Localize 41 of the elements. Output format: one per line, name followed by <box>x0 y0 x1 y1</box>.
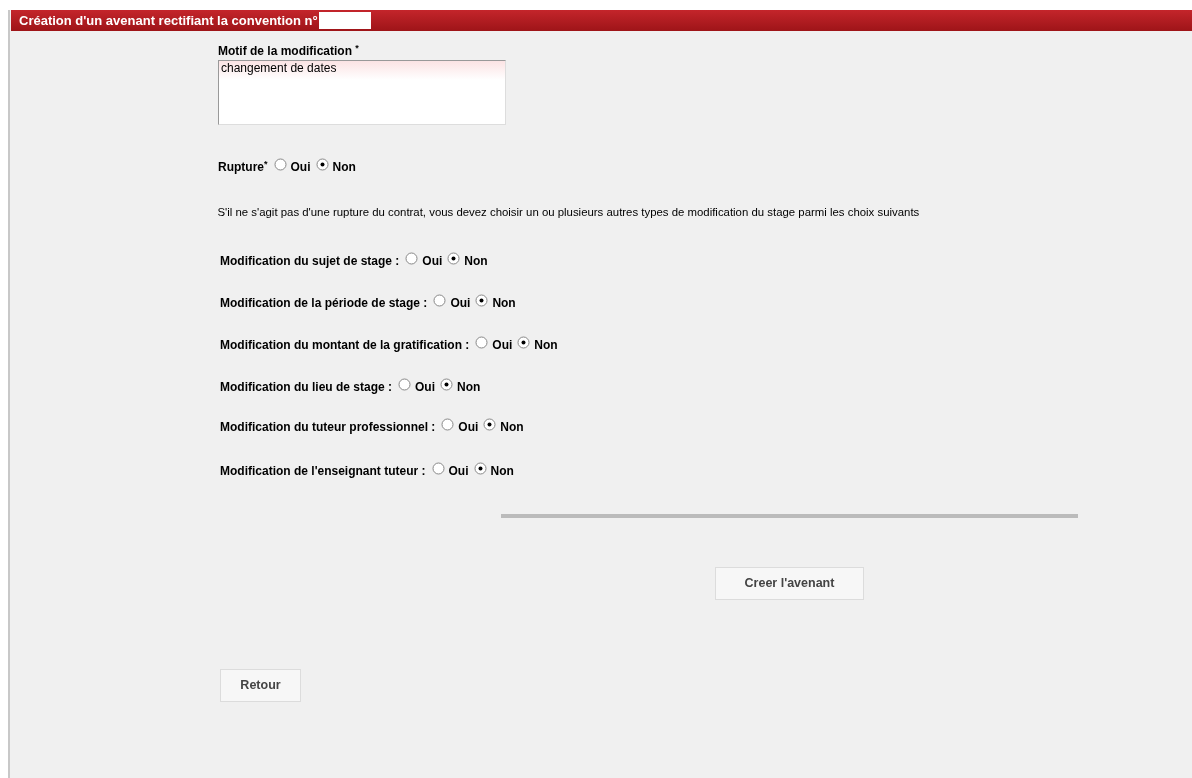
field-label: Modification de la période de stage : <box>220 295 428 312</box>
option-label: Oui <box>290 159 311 176</box>
field-label: Modification du sujet de stage : <box>220 253 400 270</box>
option-label: Non <box>457 379 481 396</box>
option-label: Non <box>490 463 514 480</box>
radio-button[interactable] <box>431 461 445 475</box>
radio-button[interactable] <box>405 251 419 265</box>
instruction-text: S'il ne s'agit pas d'une rupture du contrat, vous devez choisir un ou plusieurs autres types de modification du stage parmi les choix suivants <box>217 205 921 219</box>
option-label: Oui <box>450 295 471 312</box>
radio-button[interactable] <box>483 417 497 431</box>
option-label: Oui <box>415 379 435 396</box>
field-label: Modification de l'enseignant tuteur : <box>220 463 426 480</box>
option-label: Oui <box>422 253 443 270</box>
option-label: Oui <box>448 463 469 480</box>
header-title: Création d'un avenant rectifiant la convention n° <box>19 11 318 30</box>
option-label: Non <box>332 159 356 176</box>
radio-button[interactable] <box>433 293 447 307</box>
option-label: Non <box>464 253 488 270</box>
option-label: Non <box>500 419 524 436</box>
field-label: Modification du lieu de stage : <box>220 379 392 396</box>
radio-button[interactable] <box>440 377 453 391</box>
radio-button[interactable] <box>475 293 489 307</box>
back-button[interactable]: Retour <box>220 669 301 702</box>
option-label: Oui <box>458 419 479 436</box>
option-label: Non <box>534 337 558 354</box>
radio-button[interactable] <box>315 157 329 171</box>
radio-button[interactable] <box>273 157 287 171</box>
radio-button[interactable] <box>517 335 531 349</box>
option-label: Oui <box>492 337 513 354</box>
option-label: Non <box>492 295 516 312</box>
field-label: Modification du montant de la gratification : <box>220 337 470 354</box>
radio-button[interactable] <box>475 335 489 349</box>
textarea-field[interactable]: changement de dates <box>218 60 506 125</box>
field-label: Modification du tuteur professionnel : <box>220 419 436 436</box>
field-label: Motif de la modification $^{*}$ <box>218 44 360 58</box>
radio-button[interactable] <box>441 417 455 431</box>
radio-button[interactable] <box>398 377 411 391</box>
create-button[interactable]: Creer l'avenant <box>715 567 864 600</box>
radio-button[interactable] <box>473 461 487 475</box>
radio-button[interactable] <box>447 251 461 265</box>
field-label: Rupture$^{*}$ <box>218 158 268 176</box>
